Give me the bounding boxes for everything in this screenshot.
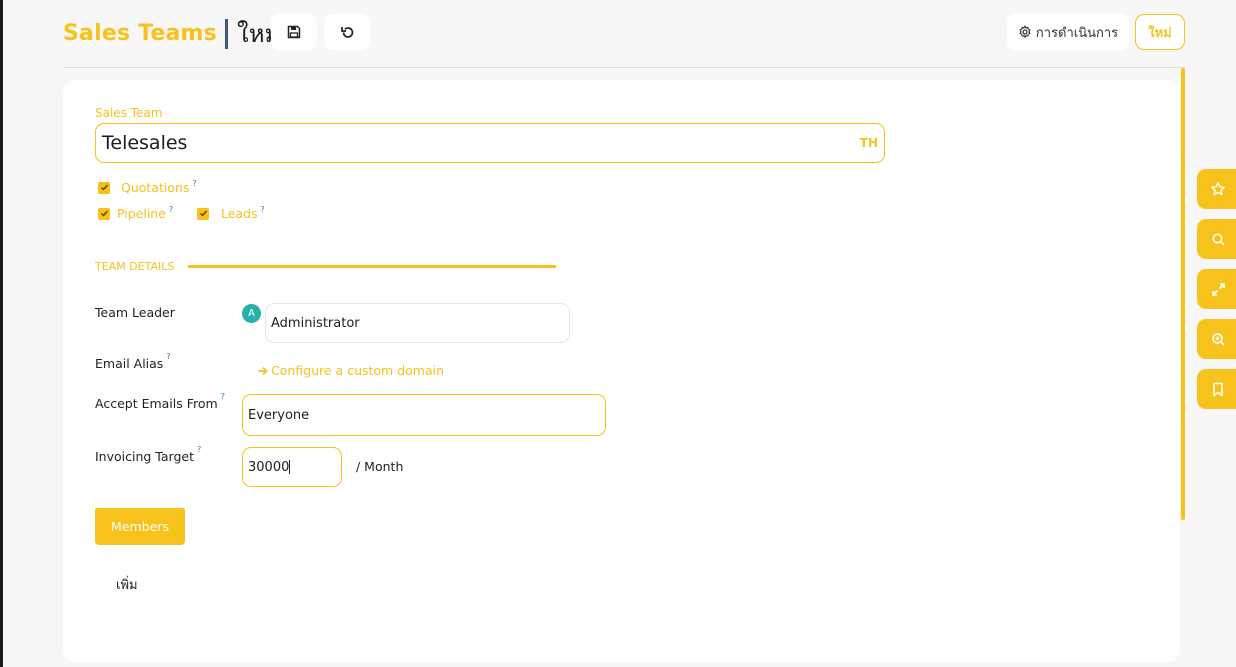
checkbox-leads-label: Leads bbox=[221, 206, 258, 221]
sidebar-search-button[interactable] bbox=[1197, 219, 1236, 259]
checkbox-quotations[interactable]: Quotations ? bbox=[98, 179, 197, 195]
section-title-team-details: TEAM DETAILS bbox=[95, 260, 175, 273]
breadcrumb: Sales Teams ใหม่ bbox=[63, 14, 280, 53]
checkbox-pipeline-label: Pipeline bbox=[117, 206, 166, 221]
quotations-help-icon[interactable]: ? bbox=[192, 179, 196, 188]
translate-button[interactable]: TH bbox=[860, 136, 878, 150]
accept-emails-help-icon[interactable]: ? bbox=[221, 392, 225, 401]
accept-emails-value: Everyone bbox=[248, 407, 310, 423]
form-sheet bbox=[63, 80, 1180, 662]
invoicing-target-input[interactable]: 30000 bbox=[242, 447, 342, 487]
breadcrumb-parent[interactable]: Sales Teams bbox=[63, 21, 217, 46]
checkbox-pipeline-box[interactable] bbox=[98, 207, 110, 220]
checkbox-pipeline[interactable]: Pipeline ? bbox=[98, 205, 173, 221]
arrow-right-icon bbox=[258, 366, 268, 375]
breadcrumb-separator bbox=[224, 18, 228, 49]
sidebar-bookmark-button[interactable] bbox=[1197, 369, 1236, 409]
tab-members[interactable]: Members bbox=[95, 508, 185, 545]
checkbox-quotations-box[interactable] bbox=[98, 181, 110, 194]
sidebar-zoom-button[interactable] bbox=[1197, 319, 1236, 359]
invoicing-target-help-icon[interactable]: ? bbox=[197, 445, 201, 454]
sidebar-favorite-button[interactable] bbox=[1197, 169, 1236, 209]
control-panel: Sales Teams ใหม่ การดำเนินการ ใหม่ bbox=[3, 0, 1236, 68]
accept-emails-select[interactable]: Everyone bbox=[242, 394, 606, 436]
check-icon bbox=[199, 210, 207, 217]
section-underline bbox=[188, 265, 556, 268]
header-divider bbox=[63, 67, 1185, 68]
invoicing-target-label: Invoicing Target bbox=[95, 449, 194, 464]
save-button[interactable] bbox=[271, 14, 317, 50]
per-month-label: / Month bbox=[356, 459, 404, 474]
checkbox-quotations-label: Quotations bbox=[121, 180, 190, 195]
team-leader-field[interactable]: Administrator bbox=[265, 303, 570, 343]
email-alias-label-wrap: Email Alias? bbox=[95, 352, 171, 371]
invoicing-target-label-wrap: Invoicing Target? bbox=[95, 445, 201, 464]
sales-team-name-value: Telesales bbox=[102, 132, 188, 154]
text-cursor bbox=[289, 460, 291, 474]
email-alias-help-icon[interactable]: ? bbox=[166, 352, 170, 361]
expand-icon bbox=[1211, 282, 1225, 296]
accept-emails-label-wrap: Accept Emails From? bbox=[95, 392, 225, 411]
star-icon bbox=[1211, 182, 1225, 196]
team-leader-label: Team Leader bbox=[95, 305, 175, 320]
pipeline-help-icon[interactable]: ? bbox=[169, 205, 173, 214]
actions-label: การดำเนินการ bbox=[1035, 25, 1119, 41]
sidebar-expand-button[interactable] bbox=[1197, 269, 1236, 309]
add-line-link[interactable]: เพิ่ม bbox=[116, 574, 138, 595]
checkbox-leads-box[interactable] bbox=[197, 207, 209, 220]
configure-domain-label: Configure a custom domain bbox=[271, 363, 445, 378]
new-button[interactable]: ใหม่ bbox=[1135, 14, 1185, 50]
discard-button[interactable] bbox=[324, 14, 370, 50]
search-icon bbox=[1212, 233, 1224, 245]
invoicing-target-value: 30000 bbox=[248, 459, 290, 475]
gear-icon bbox=[1019, 25, 1031, 39]
check-icon bbox=[100, 210, 108, 217]
bookmark-icon bbox=[1213, 382, 1223, 396]
team-leader-value: Administrator bbox=[271, 315, 360, 331]
save-icon bbox=[287, 25, 301, 39]
actions-menu-button[interactable]: การดำเนินการ bbox=[1007, 14, 1129, 50]
scrollbar[interactable] bbox=[1181, 68, 1185, 520]
accept-emails-label: Accept Emails From bbox=[95, 396, 218, 411]
sales-team-label: Sales Team bbox=[95, 106, 163, 120]
check-icon bbox=[100, 184, 108, 191]
avatar: A bbox=[242, 304, 261, 323]
checkbox-leads[interactable]: Leads ? bbox=[197, 205, 265, 221]
undo-icon bbox=[340, 26, 353, 38]
email-alias-label: Email Alias bbox=[95, 356, 164, 371]
configure-domain-link[interactable]: Configure a custom domain bbox=[257, 363, 444, 378]
zoom-in-icon bbox=[1211, 332, 1225, 346]
leads-help-icon[interactable]: ? bbox=[261, 205, 265, 214]
sales-team-name-input[interactable]: Telesales TH bbox=[95, 123, 885, 163]
